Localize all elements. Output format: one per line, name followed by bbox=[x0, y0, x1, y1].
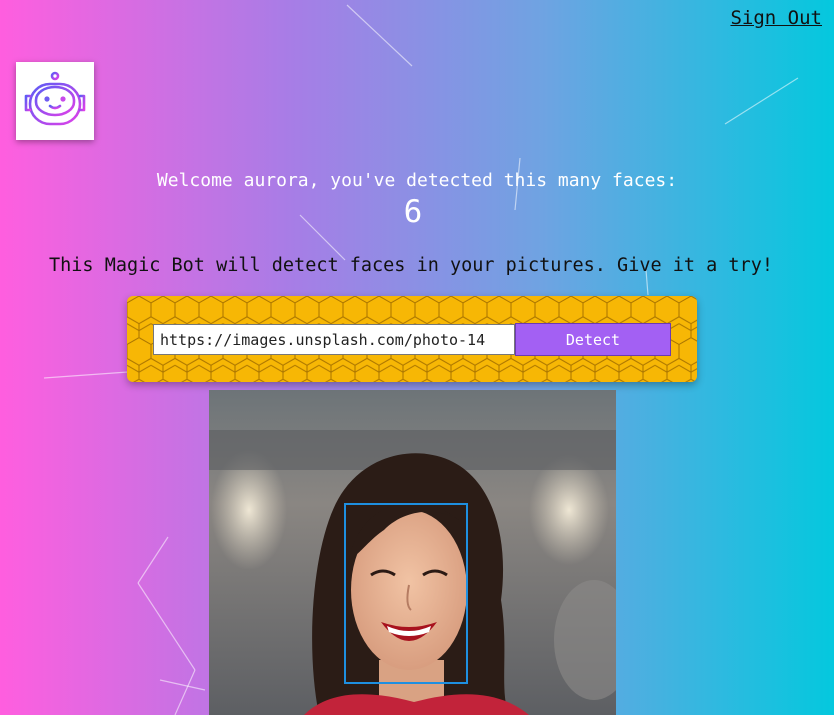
detected-image bbox=[209, 390, 616, 715]
welcome-message: Welcome aurora, you've detected this man… bbox=[156, 170, 678, 191]
robot-icon bbox=[24, 71, 86, 126]
detect-button[interactable]: Detect bbox=[515, 323, 671, 356]
sign-out-link[interactable]: Sign Out bbox=[730, 7, 822, 29]
face-bounding-box bbox=[344, 503, 468, 684]
face-count: 6 bbox=[403, 194, 423, 230]
image-url-input[interactable] bbox=[153, 324, 515, 355]
intro-text: This Magic Bot will detect faces in your… bbox=[49, 255, 773, 276]
app-logo bbox=[16, 62, 94, 140]
image-url-form: Detect bbox=[127, 296, 697, 382]
